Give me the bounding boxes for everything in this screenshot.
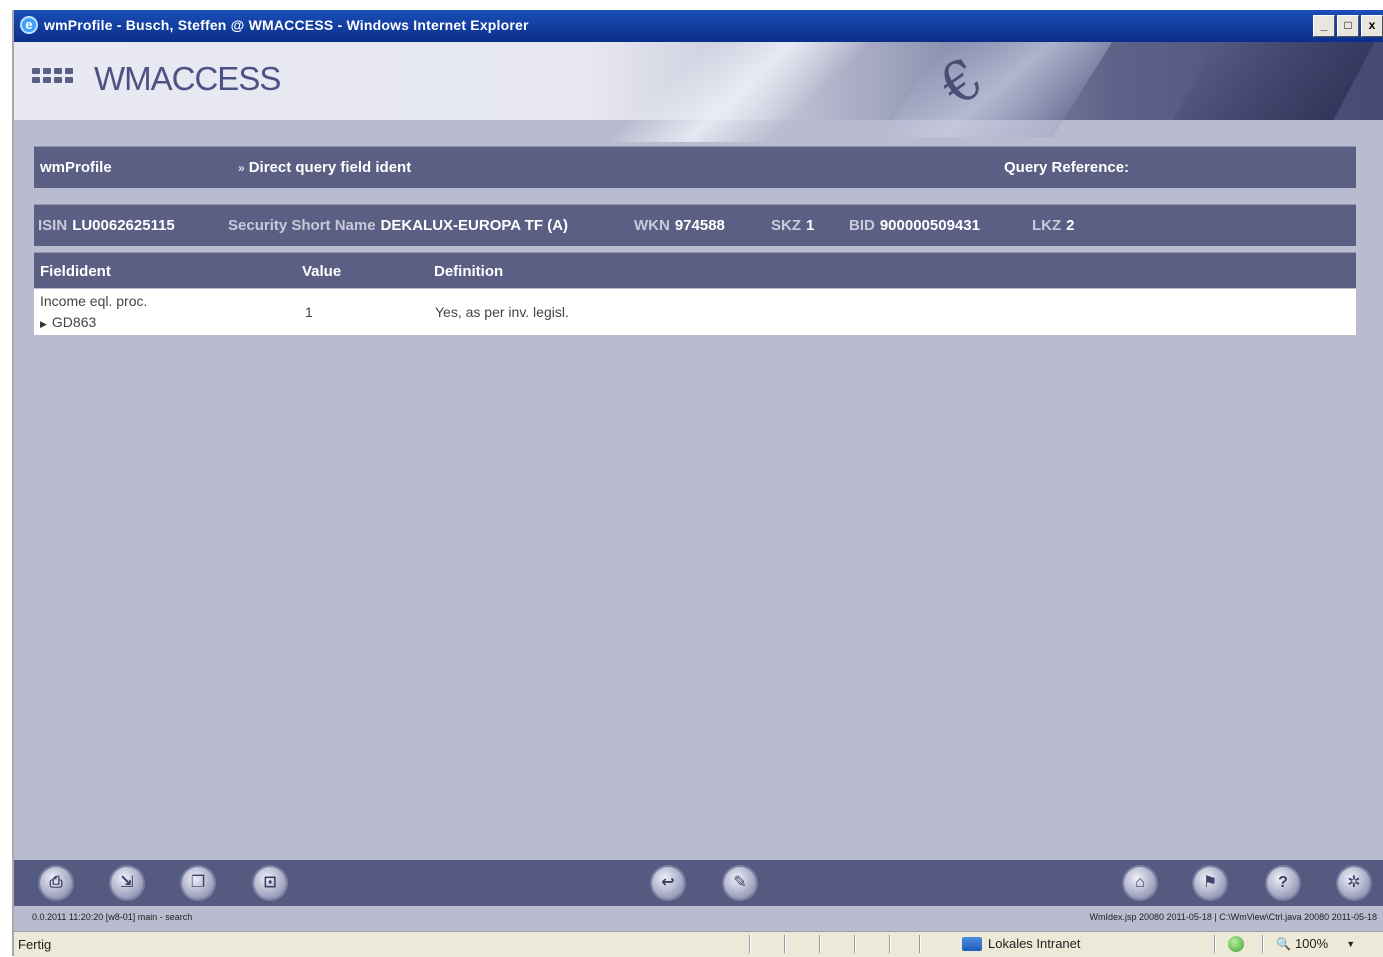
header-bar: wmProfile » Direct query field ident Quer…: [34, 146, 1356, 188]
breadcrumb-label: Direct query field ident: [248, 159, 412, 176]
banner-decoration: [1173, 42, 1375, 120]
print-icon[interactable]: ⎙: [40, 867, 72, 899]
table-row: Income eql. proc. ▶ GD863 1 Yes, as per i…: [34, 289, 1356, 335]
skz-item: SKZ 1: [771, 217, 814, 234]
status-divider: [889, 935, 891, 953]
isin-label: ISIN: [38, 217, 68, 234]
minimize-button[interactable]: _: [1313, 15, 1335, 37]
title-bar: e wmProfile - Busch, Steffen @ WMACCESS …: [14, 10, 1383, 42]
chevron-down-icon[interactable]: ▼: [1346, 939, 1355, 949]
column-header-fieldident[interactable]: Fieldident: [40, 263, 111, 280]
settings-icon[interactable]: ✲: [1338, 867, 1370, 899]
home-icon[interactable]: ⌂: [1124, 867, 1156, 899]
bid-value: 900000509431: [879, 217, 980, 234]
wkn-value: 974588: [674, 217, 725, 234]
edit-icon[interactable]: ✎: [724, 867, 756, 899]
status-divider: [919, 935, 921, 953]
app-status-line: 0.0.2011 11:20:20 [w8-01] main - search …: [14, 906, 1383, 931]
intranet-zone-icon: [962, 936, 982, 951]
bid-label: BID: [849, 217, 875, 234]
status-divider: [784, 935, 786, 953]
save-icon[interactable]: ⊡: [254, 867, 286, 899]
app-name: wmProfile: [40, 159, 112, 176]
wkn-label: WKN: [634, 217, 670, 234]
status-divider: [749, 935, 751, 953]
session-info: 0.0.2011 11:20:20 [w8-01] main - search: [32, 912, 193, 922]
protected-mode-icon[interactable]: [1228, 936, 1244, 952]
field-code: GD863: [51, 314, 97, 330]
bottom-toolbar: ⎙ ⇲ ❐ ⊡ ↩ ✎ ⌂ ⚑ ? ✲: [14, 860, 1383, 906]
window-title: wmProfile - Busch, Steffen @ WMACCESS - …: [44, 17, 529, 33]
status-divider: [1262, 935, 1264, 953]
lkz-label: LKZ: [1032, 217, 1062, 234]
skz-value: 1: [806, 217, 815, 234]
table-header: Fieldident Value Definition: [34, 252, 1356, 288]
back-icon[interactable]: ↩: [652, 867, 684, 899]
banner-decoration: [882, 42, 1116, 137]
column-header-definition[interactable]: Definition: [434, 263, 503, 280]
isin-item: ISIN LU0062625115: [38, 217, 175, 234]
version-info: WmIdex.jsp 20080 2011-05-18 | C:\WmView\…: [1089, 912, 1378, 922]
double-chevron-icon: »: [238, 161, 245, 175]
window-controls: _ □ x: [1313, 15, 1383, 37]
status-divider: [1214, 935, 1216, 953]
zoom-level: 100%: [1294, 936, 1329, 951]
copy-icon[interactable]: ❐: [182, 867, 214, 899]
field-value: 1: [305, 304, 313, 320]
wkn-item: WKN 974588: [634, 217, 725, 234]
zone-label: Lokales Intranet: [988, 936, 1081, 951]
help-icon[interactable]: ?: [1267, 867, 1299, 899]
banner: € WMACCESS: [14, 42, 1383, 142]
status-divider: [854, 935, 856, 953]
status-divider: [819, 935, 821, 953]
isin-value: LU0062625115: [72, 217, 175, 234]
security-zone: Lokales Intranet: [962, 936, 1081, 951]
logo-text: WMACCESS: [94, 60, 281, 97]
breadcrumb[interactable]: » Direct query field ident: [238, 159, 411, 176]
export-icon[interactable]: ⇲: [111, 867, 143, 899]
browser-status-bar: Fertig Lokales Intranet 🔍 100% ▼: [14, 931, 1383, 957]
triangle-right-icon: ▶: [40, 319, 47, 329]
banner-decoration: [602, 42, 886, 142]
zoom-icon: 🔍: [1276, 936, 1291, 951]
zoom-control[interactable]: 🔍 100% ▼: [1276, 936, 1355, 951]
close-button[interactable]: x: [1361, 15, 1383, 37]
status-text: Fertig: [18, 937, 52, 952]
lkz-item: LKZ 2: [1032, 217, 1075, 234]
maximize-button[interactable]: □: [1337, 15, 1359, 37]
column-header-value[interactable]: Value: [302, 263, 341, 280]
browser-window: e wmProfile - Busch, Steffen @ WMACCESS …: [12, 10, 1383, 957]
field-code-link[interactable]: ▶ GD863: [40, 314, 96, 330]
internet-explorer-icon: e: [20, 16, 38, 34]
page-content: € WMACCESS wmProfile » Direct query field…: [14, 42, 1383, 931]
short-name-value: DEKALUX-EUROPA TF (A): [380, 217, 569, 234]
short-name-item: Security Short Name DEKALUX-EUROPA TF (A): [228, 217, 568, 234]
query-reference-label: Query Reference:: [1004, 159, 1130, 176]
field-definition: Yes, as per inv. legisl.: [435, 304, 569, 320]
lkz-value: 2: [1066, 217, 1075, 234]
logo-mark-icon: [32, 68, 80, 88]
security-info-bar: ISIN LU0062625115 Security Short Name DEKA…: [34, 204, 1356, 246]
short-name-label: Security Short Name: [228, 217, 376, 234]
skz-label: SKZ: [771, 217, 801, 234]
bid-item: BID 900000509431: [849, 217, 980, 234]
field-name: Income eql. proc.: [40, 293, 148, 309]
bookmark-icon[interactable]: ⚑: [1194, 867, 1226, 899]
